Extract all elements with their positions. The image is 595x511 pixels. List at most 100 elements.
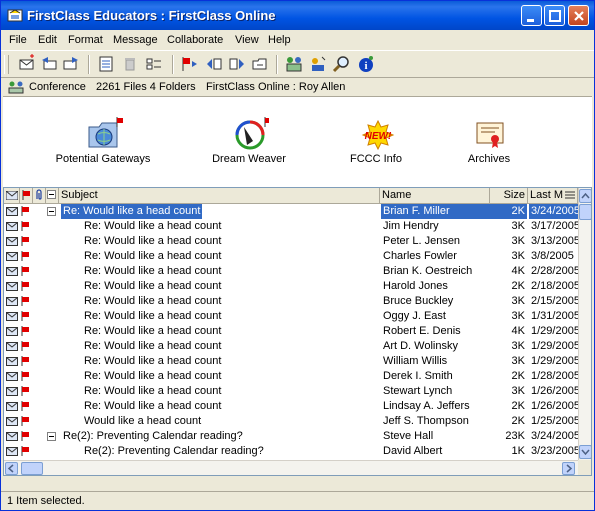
column-header-name[interactable]: Name — [380, 188, 490, 203]
dream-weaver-icon-item[interactable]: Dream Weaver — [189, 97, 309, 177]
flag-icon[interactable] — [21, 251, 29, 261]
flag-icon[interactable] — [21, 206, 29, 216]
table-row[interactable]: Re: Would like a head count Brian F. Mill… — [4, 204, 578, 219]
table-row[interactable]: Re: Would like a head count Peter L. Jens… — [4, 234, 578, 249]
table-row[interactable]: Re: Would like a head count Lindsay A. Je… — [4, 399, 578, 414]
reply-icon[interactable] — [39, 54, 59, 74]
scrollbar-corner — [578, 460, 591, 475]
flag-icon[interactable] — [21, 416, 29, 426]
message-size: 4K — [511, 265, 525, 277]
history-icon[interactable] — [96, 54, 116, 74]
menu-file[interactable]: File — [9, 34, 27, 46]
toolbar-grip[interactable] — [4, 55, 9, 74]
table-row[interactable]: Re: Would like a head count Brian K. Oest… — [4, 264, 578, 279]
flag-icon[interactable] — [21, 281, 29, 291]
who-is-online-icon[interactable] — [284, 54, 304, 74]
title-bar[interactable]: FirstClass Educators : FirstClass Online — [1, 1, 594, 30]
table-row[interactable]: Re: Would like a head count Art D. Wolins… — [4, 339, 578, 354]
table-row[interactable]: Re(2): Preventing Calendar reading? Steve… — [4, 429, 578, 444]
column-header-status[interactable] — [4, 188, 20, 203]
archives-icon-item[interactable]: Archives — [429, 97, 549, 177]
close-button[interactable] — [568, 5, 589, 26]
table-row[interactable]: Re: Would like a head count Derek I. Smit… — [4, 369, 578, 384]
table-row[interactable]: Would like a head count Jeff S. Thompson 2… — [4, 414, 578, 429]
delete-icon[interactable] — [120, 54, 140, 74]
flag-icon[interactable] — [21, 341, 29, 351]
next-unread-icon[interactable] — [227, 54, 247, 74]
vertical-scrollbar[interactable] — [578, 188, 591, 460]
scroll-up-button[interactable] — [579, 189, 591, 203]
horizontal-scrollbar[interactable] — [4, 460, 578, 475]
table-row[interactable]: Re: Would like a head count Bruce Buckley… — [4, 294, 578, 309]
flag-icon[interactable] — [21, 236, 29, 246]
table-row[interactable]: Re: Would like a head count Robert E. Den… — [4, 324, 578, 339]
certificate-icon — [476, 122, 504, 148]
message-author: Derek I. Smith — [383, 370, 453, 382]
collapse-thread-toggle[interactable] — [47, 432, 56, 441]
flag-icon[interactable] — [21, 356, 29, 366]
scroll-right-button[interactable] — [562, 462, 575, 475]
message-author: Art D. Wolinsky — [383, 340, 458, 352]
vertical-scroll-thumb[interactable] — [579, 204, 591, 220]
horizontal-scroll-thumb[interactable] — [21, 462, 43, 475]
flag-icon[interactable] — [21, 311, 29, 321]
table-row[interactable]: Re: Would like a head count Oggy J. East 3… — [4, 309, 578, 324]
menu-edit[interactable]: Edit — [38, 34, 57, 46]
message-date: 1/26/2005 — [531, 385, 578, 397]
properties-icon[interactable] — [144, 54, 164, 74]
message-author: Jeff S. Thompson — [383, 415, 469, 427]
new-message-icon[interactable] — [17, 54, 37, 74]
flag-icon[interactable] — [21, 401, 29, 411]
previous-unread-icon[interactable] — [204, 54, 224, 74]
flag-next-icon[interactable] — [180, 54, 200, 74]
column-header-subject[interactable]: Subject — [59, 188, 380, 203]
forward-icon[interactable] — [61, 54, 81, 74]
message-date: 2/15/2005 — [531, 295, 578, 307]
potential-gateways-icon-item[interactable]: Potential Gateways — [43, 97, 163, 177]
flag-icon[interactable] — [21, 431, 29, 441]
firstclass-app-icon[interactable] — [7, 7, 23, 23]
flag-icon[interactable] — [21, 446, 29, 456]
flag-icon[interactable] — [21, 221, 29, 231]
table-row[interactable]: Re: Would like a head count Harold Jones 2… — [4, 279, 578, 294]
table-row[interactable]: Re: Would like a head count Jim Hendry 3K 3… — [4, 219, 578, 234]
menu-message[interactable]: Message — [113, 34, 158, 46]
menu-collaborate[interactable]: Collaborate — [167, 34, 223, 46]
table-row[interactable]: Re: Would like a head count Stewart Lynch… — [4, 384, 578, 399]
table-row[interactable]: Re: Would like a head count Charles Fowle… — [4, 249, 578, 264]
message-subject: Would like a head count — [84, 415, 202, 427]
message-date: 1/29/2005 — [531, 340, 578, 352]
maximize-button[interactable] — [544, 5, 565, 26]
menu-view[interactable]: View — [235, 34, 259, 46]
flag-icon[interactable] — [21, 296, 29, 306]
collapse-all-toggle[interactable] — [46, 188, 59, 203]
flag-icon[interactable] — [21, 386, 29, 396]
table-row[interactable]: Re(2): Preventing Calendar reading? David… — [4, 444, 578, 459]
column-header-attachment[interactable] — [33, 188, 46, 203]
flag-icon[interactable] — [21, 326, 29, 336]
search-icon[interactable] — [332, 54, 352, 74]
message-size: 3K — [511, 385, 525, 397]
info-icon[interactable]: i — [356, 54, 376, 74]
message-size: 2K — [511, 370, 525, 382]
menu-format[interactable]: Format — [68, 34, 103, 46]
scroll-left-button[interactable] — [5, 462, 18, 475]
folder-icons-pane: Potential Gateways Dream Weaver NEW! FCC… — [3, 96, 592, 187]
column-header-flag[interactable] — [20, 188, 33, 203]
flag-icon[interactable] — [21, 266, 29, 276]
table-row[interactable]: Re: Would like a head count William Willi… — [4, 354, 578, 369]
message-author: Peter L. Jensen — [383, 235, 461, 247]
fccc-info-icon-item[interactable]: NEW! FCCC Info — [316, 97, 436, 177]
column-header-last-modified[interactable]: Last M — [528, 188, 578, 203]
collapse-thread-toggle[interactable] — [47, 207, 56, 216]
open-folder-icon[interactable] — [250, 54, 270, 74]
message-author: Charles Fowler — [383, 250, 457, 262]
flag-icon[interactable] — [21, 371, 29, 381]
minimize-button[interactable] — [521, 5, 542, 26]
message-subject: Re: Would like a head count — [61, 204, 203, 219]
scroll-down-button[interactable] — [579, 445, 591, 459]
column-header-size[interactable]: Size — [490, 188, 528, 203]
message-author: David Albert — [383, 445, 443, 457]
directory-icon[interactable] — [308, 54, 328, 74]
menu-help[interactable]: Help — [268, 34, 291, 46]
